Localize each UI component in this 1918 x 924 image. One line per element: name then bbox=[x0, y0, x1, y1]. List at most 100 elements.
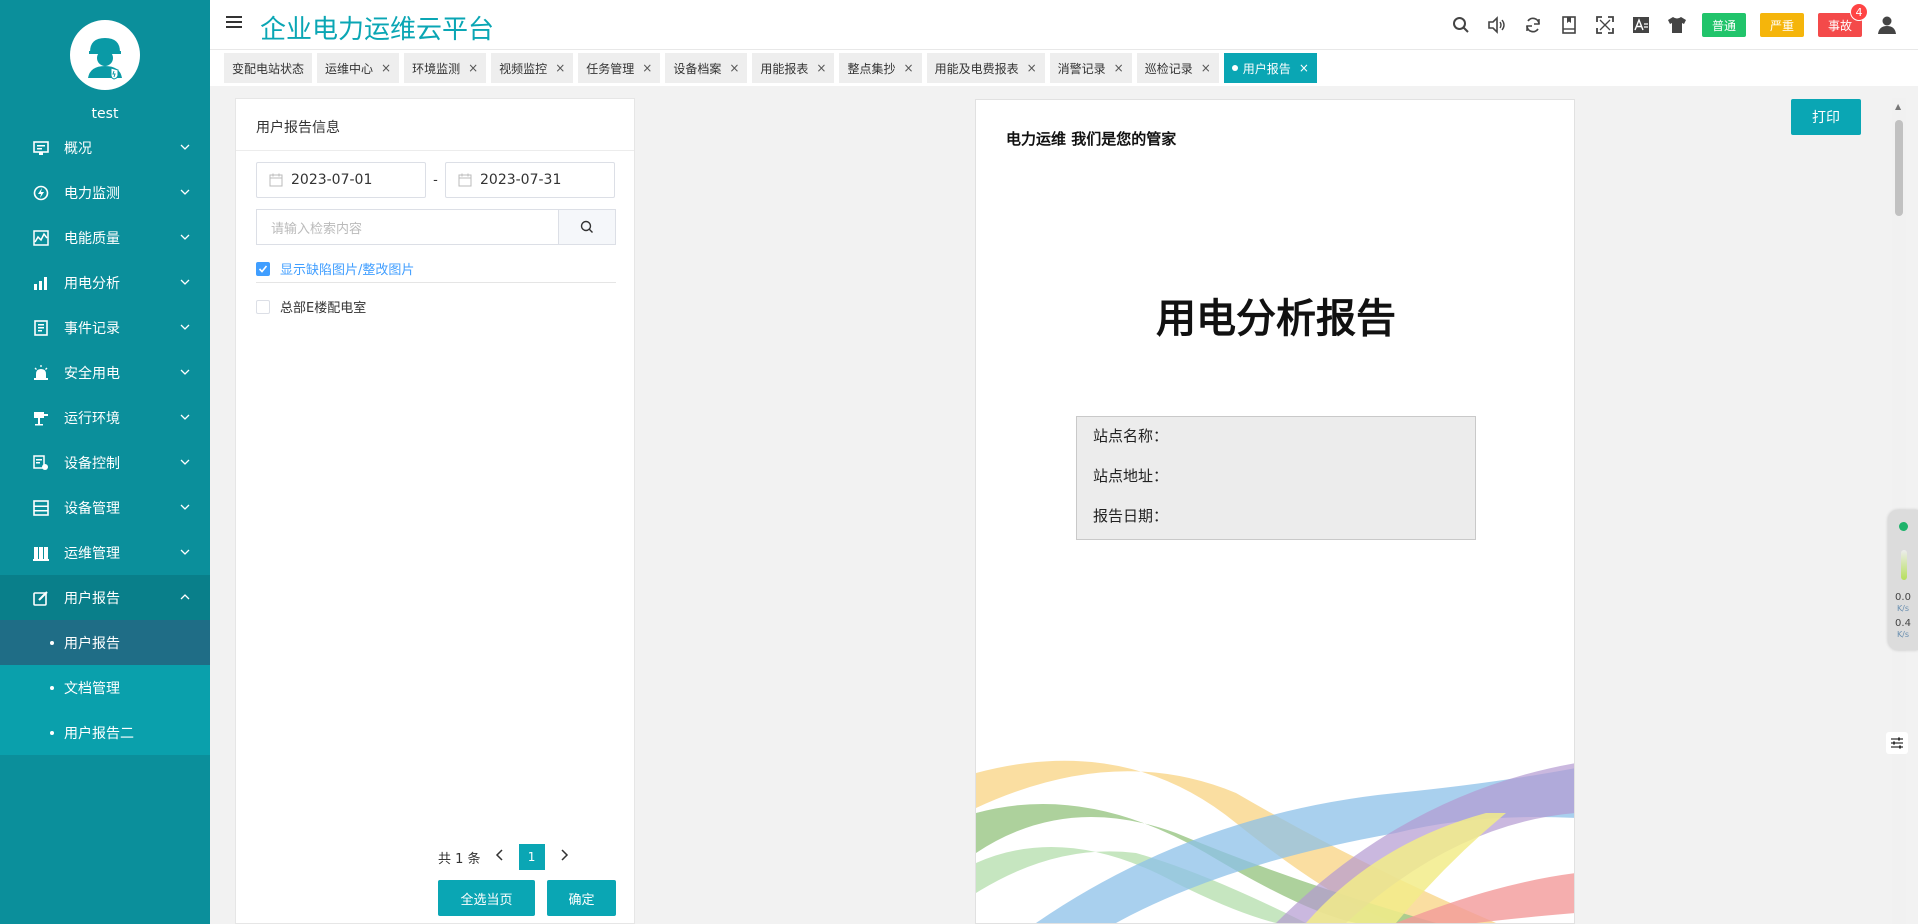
close-icon[interactable]: × bbox=[555, 61, 565, 75]
start-date-value: 2023-07-01 bbox=[291, 172, 373, 188]
sidebar-subitem-doc-manage[interactable]: 文档管理 bbox=[0, 665, 210, 710]
sidebar-item-device-control[interactable]: 设备控制 bbox=[0, 440, 210, 485]
user-profile: test bbox=[0, 0, 210, 125]
close-icon[interactable]: × bbox=[729, 61, 739, 75]
menu-toggle-icon[interactable] bbox=[226, 16, 242, 30]
end-date-input[interactable]: 2023-07-31 bbox=[445, 162, 615, 198]
sidebar-subitem-label: 用户报告二 bbox=[64, 725, 134, 742]
network-monitor-widget[interactable]: 0.0 K/s 0.4 K/s bbox=[1888, 510, 1918, 650]
station-checkbox[interactable]: 总部E楼配电室 bbox=[256, 297, 366, 316]
book-icon[interactable] bbox=[1558, 14, 1580, 36]
alarm-accident-label: 事故 bbox=[1827, 18, 1852, 33]
search-input[interactable]: 请输入检索内容 bbox=[256, 209, 558, 245]
tab-ops-center[interactable]: 运维中心 × bbox=[317, 53, 400, 83]
alarm-normal-button[interactable]: 普通 bbox=[1701, 13, 1746, 37]
page-number[interactable]: 1 bbox=[518, 844, 545, 870]
search-icon[interactable] bbox=[1450, 14, 1472, 36]
environment-icon bbox=[32, 409, 50, 427]
select-current-page-button[interactable]: 全选当页 bbox=[438, 880, 535, 916]
app-title: 企业电力运维云平台 bbox=[260, 15, 495, 45]
sidebar-item-label: 电力监测 bbox=[64, 185, 120, 202]
scroll-thumb[interactable] bbox=[1895, 120, 1903, 216]
search-button[interactable] bbox=[558, 209, 616, 245]
close-icon[interactable]: × bbox=[468, 61, 478, 75]
close-icon[interactable]: × bbox=[1299, 61, 1309, 75]
sidebar-subitem-label: 文档管理 bbox=[64, 680, 120, 697]
checkbox-checked-icon bbox=[256, 261, 270, 276]
sidebar-item-power-quality[interactable]: 电能质量 bbox=[0, 215, 210, 260]
close-icon[interactable]: × bbox=[904, 61, 914, 75]
sidebar-item-environment[interactable]: 运行环境 bbox=[0, 395, 210, 440]
tab-user-report[interactable]: 用户报告 × bbox=[1223, 53, 1317, 83]
sidebar-item-user-report[interactable]: 用户报告 bbox=[0, 575, 210, 620]
print-button[interactable]: 打印 bbox=[1791, 99, 1861, 135]
sidebar-item-overview[interactable]: 概况 bbox=[0, 125, 210, 170]
close-icon[interactable]: × bbox=[1114, 61, 1124, 75]
sidebar-subitem-user-report-2[interactable]: 用户报告二 bbox=[0, 710, 210, 755]
tab-substation-status[interactable]: 变配电站状态 bbox=[224, 53, 313, 83]
station-label: 总部E楼配电室 bbox=[280, 301, 367, 316]
report-preview: 电力运维 我们是您的管家 用电分析报告 站点名称： 站点地址： 报告日期： bbox=[975, 99, 1575, 924]
ops-manage-icon bbox=[32, 544, 50, 562]
sidebar-item-ops-manage[interactable]: 运维管理 bbox=[0, 530, 210, 575]
settings-sliders-icon[interactable] bbox=[1886, 732, 1908, 754]
tab-environment-monitor[interactable]: 环境监测 × bbox=[404, 53, 487, 83]
scroll-up-icon[interactable]: ▲ bbox=[1895, 102, 1901, 111]
start-date-input[interactable]: 2023-07-01 bbox=[256, 162, 426, 198]
checkbox-unchecked-icon bbox=[256, 299, 270, 314]
show-defect-images-checkbox[interactable]: 显示缺陷图片/整改图片 bbox=[256, 259, 414, 278]
fullscreen-icon[interactable] bbox=[1594, 14, 1616, 36]
volume-icon[interactable] bbox=[1486, 14, 1508, 36]
report-title: 用电分析报告 bbox=[1156, 296, 1396, 342]
tab-label: 巡检记录 bbox=[1144, 61, 1193, 76]
sidebar-item-device-manage[interactable]: 设备管理 bbox=[0, 485, 210, 530]
sidebar-subitem-label: 用户报告 bbox=[64, 635, 120, 652]
sidebar-item-safety[interactable]: 安全用电 bbox=[0, 350, 210, 395]
tab-label: 变配电站状态 bbox=[232, 61, 305, 76]
tab-energy-report[interactable]: 用能报表 × bbox=[752, 53, 835, 83]
chevron-down-icon bbox=[180, 320, 190, 336]
confirm-button[interactable]: 确定 bbox=[547, 880, 616, 916]
avatar[interactable] bbox=[70, 20, 140, 90]
alarm-accident-button[interactable]: 事故 4 bbox=[1817, 3, 1868, 37]
tab-device-archive[interactable]: 设备档案 × bbox=[665, 53, 748, 83]
decorative-waves bbox=[976, 760, 1574, 923]
sidebar-item-label: 设备管理 bbox=[64, 500, 120, 517]
sidebar-item-label: 运维管理 bbox=[64, 545, 120, 562]
close-icon[interactable]: × bbox=[1201, 61, 1211, 75]
tab-hourly-reading[interactable]: 整点集抄 × bbox=[839, 53, 922, 83]
prev-page-icon[interactable] bbox=[495, 849, 505, 865]
next-page-icon[interactable] bbox=[559, 849, 569, 865]
power-quality-icon bbox=[32, 229, 50, 247]
close-icon[interactable]: × bbox=[642, 61, 652, 75]
sidebar-item-analysis[interactable]: 用电分析 bbox=[0, 260, 210, 305]
bullet-icon bbox=[50, 685, 54, 690]
accident-count-badge: 4 bbox=[1850, 3, 1868, 21]
tab-inspection-log[interactable]: 巡检记录 × bbox=[1136, 53, 1219, 83]
sidebar-item-label: 设备控制 bbox=[64, 455, 120, 472]
report-info-panel: 用户报告信息 2023-07-01 - 2023-07-31 请输入检索内容 显… bbox=[235, 98, 635, 924]
sidebar-subitem-user-report[interactable]: 用户报告 bbox=[0, 620, 210, 665]
user-icon[interactable] bbox=[1876, 14, 1898, 36]
user-report-icon bbox=[32, 589, 50, 607]
font-size-icon[interactable] bbox=[1630, 14, 1652, 36]
chevron-down-icon bbox=[180, 185, 190, 201]
chevron-down-icon bbox=[180, 455, 190, 471]
alarm-serious-button[interactable]: 严重 bbox=[1759, 13, 1804, 37]
tab-energy-fee-report[interactable]: 用能及电费报表 × bbox=[926, 53, 1045, 83]
overview-icon bbox=[32, 139, 50, 157]
close-icon[interactable]: × bbox=[816, 61, 826, 75]
close-icon[interactable]: × bbox=[381, 61, 391, 75]
theme-shirt-icon[interactable] bbox=[1666, 14, 1688, 36]
tab-label: 任务管理 bbox=[586, 61, 635, 76]
tab-alarm-clear-log[interactable]: 消警记录 × bbox=[1049, 53, 1132, 83]
tab-video-monitor[interactable]: 视频监控 × bbox=[491, 53, 574, 83]
sidebar-item-power-monitor[interactable]: 电力监测 bbox=[0, 170, 210, 215]
close-icon[interactable]: × bbox=[1027, 61, 1037, 75]
tab-label: 运维中心 bbox=[325, 61, 374, 76]
tab-task-manage[interactable]: 任务管理 × bbox=[578, 53, 661, 83]
refresh-icon[interactable] bbox=[1522, 14, 1544, 36]
sidebar-item-event-log[interactable]: 事件记录 bbox=[0, 305, 210, 350]
chevron-down-icon bbox=[180, 230, 190, 246]
calendar-icon bbox=[269, 173, 283, 187]
